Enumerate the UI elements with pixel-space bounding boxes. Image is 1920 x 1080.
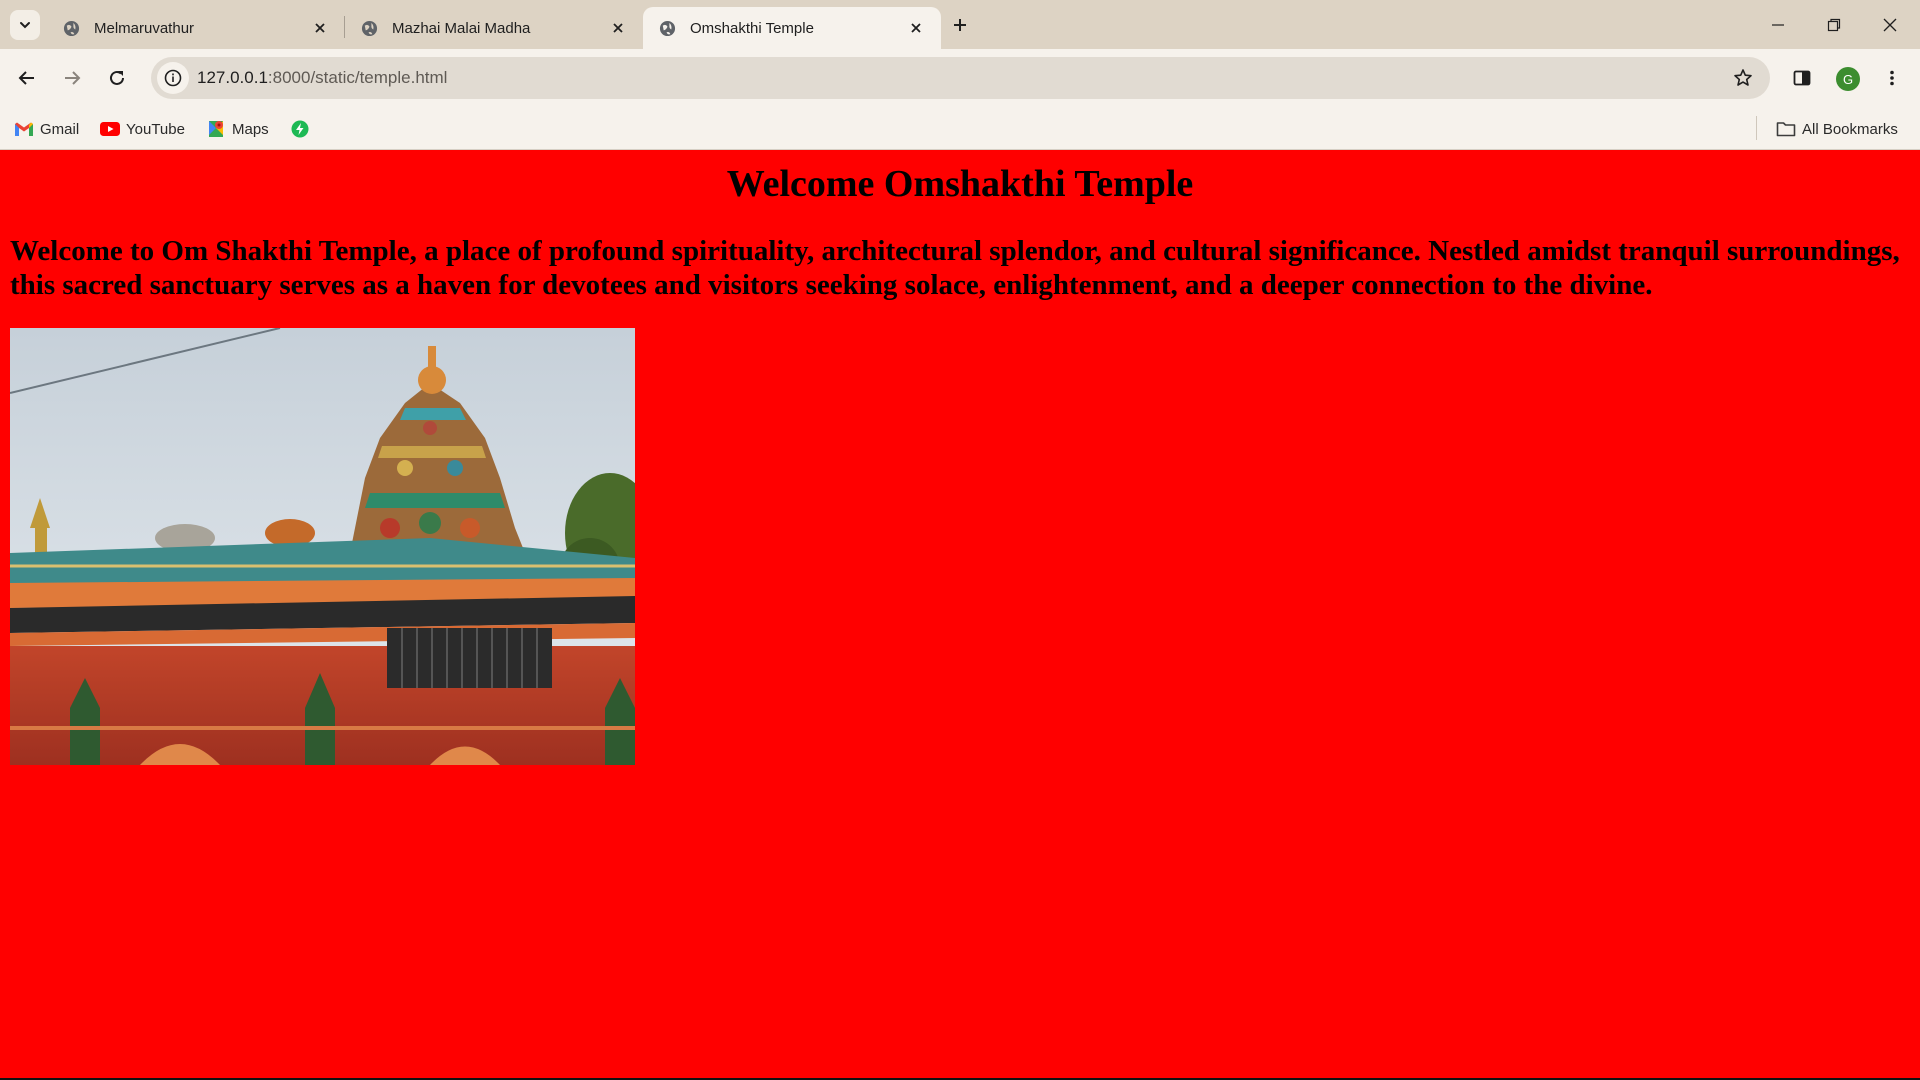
globe-icon xyxy=(63,20,80,36)
url-host: 127.0.0.1 xyxy=(197,68,268,87)
tab-title: Melmaruvathur xyxy=(94,19,195,37)
maps-icon xyxy=(206,119,226,139)
plus-icon xyxy=(954,19,966,31)
bookmark-label: Maps xyxy=(232,120,269,138)
side-panel-button[interactable] xyxy=(1786,62,1818,94)
restore-button[interactable] xyxy=(1806,0,1862,49)
globe-icon xyxy=(659,20,676,36)
bookmark-star-button[interactable] xyxy=(1732,67,1754,89)
bookmark-green-bolt[interactable] xyxy=(290,117,316,141)
arrow-right-icon xyxy=(65,71,81,85)
info-icon xyxy=(164,69,182,87)
all-bookmarks-label: All Bookmarks xyxy=(1802,120,1898,138)
close-window-button[interactable] xyxy=(1862,0,1918,49)
close-tab-icon[interactable] xyxy=(309,17,331,39)
star-icon xyxy=(1734,69,1752,86)
green-bolt-icon xyxy=(290,119,310,139)
browser-toolbar: 127.0.0.1:8000/static/temple.html xyxy=(0,49,1920,107)
tab-mazhai-malai-madha[interactable]: Mazhai Malai Madha xyxy=(345,7,643,49)
tab-search-button[interactable] xyxy=(10,10,40,40)
minimize-button[interactable] xyxy=(1750,0,1806,49)
profile-avatar[interactable]: G xyxy=(1836,67,1860,91)
bookmark-maps[interactable]: Maps xyxy=(206,117,269,141)
bookmarks-divider xyxy=(1756,116,1757,140)
close-icon xyxy=(1883,18,1897,31)
bookmark-gmail[interactable]: Gmail xyxy=(14,117,79,141)
tab-title: Omshakthi Temple xyxy=(690,19,814,37)
bookmark-label: Gmail xyxy=(40,120,80,138)
url-text: 127.0.0.1:8000/static/temple.html xyxy=(197,68,447,88)
menu-button[interactable] xyxy=(1876,62,1908,94)
bookmarks-bar: Gmail YouTube Maps All Bookmarks xyxy=(0,107,1920,150)
page-heading: Welcome Omshakthi Temple xyxy=(726,163,1194,205)
globe-icon xyxy=(361,20,378,36)
restore-icon xyxy=(1827,18,1841,31)
arrow-left-icon xyxy=(18,71,34,85)
url-path: :8000/static/temple.html xyxy=(267,68,448,87)
close-tab-icon[interactable] xyxy=(905,17,927,39)
more-vertical-icon xyxy=(1890,70,1894,86)
all-bookmarks-button[interactable]: All Bookmarks xyxy=(1776,117,1898,141)
tab-strip: Melmaruvathur Mazhai Malai Madha Omshakt… xyxy=(0,0,1920,49)
reload-icon xyxy=(110,70,124,85)
site-info-button[interactable] xyxy=(157,62,189,94)
address-bar[interactable]: 127.0.0.1:8000/static/temple.html xyxy=(151,57,1770,99)
tab-title: Mazhai Malai Madha xyxy=(392,19,531,37)
new-tab-button[interactable] xyxy=(946,11,974,39)
tab-melmaruvathur[interactable]: Melmaruvathur xyxy=(47,7,345,49)
page-content: Welcome Omshakthi Temple Welcome to Om S… xyxy=(0,151,1920,1080)
side-panel-icon xyxy=(1793,70,1811,86)
chevron-down-icon xyxy=(20,22,30,29)
bookmark-label: YouTube xyxy=(126,120,185,138)
gmail-icon xyxy=(14,119,34,139)
page-intro: Welcome to Om Shakthi Temple, a place of… xyxy=(10,235,1900,301)
temple-photo xyxy=(10,328,635,765)
tab-omshakthi-temple[interactable]: Omshakthi Temple xyxy=(643,7,941,49)
close-tab-icon[interactable] xyxy=(607,17,629,39)
bookmark-youtube[interactable]: YouTube xyxy=(100,117,185,141)
reload-button[interactable] xyxy=(101,62,133,94)
minimize-icon xyxy=(1772,23,1784,26)
folder-icon xyxy=(1776,119,1796,139)
back-button[interactable] xyxy=(11,62,43,94)
forward-button[interactable] xyxy=(56,62,88,94)
youtube-icon xyxy=(100,119,120,139)
